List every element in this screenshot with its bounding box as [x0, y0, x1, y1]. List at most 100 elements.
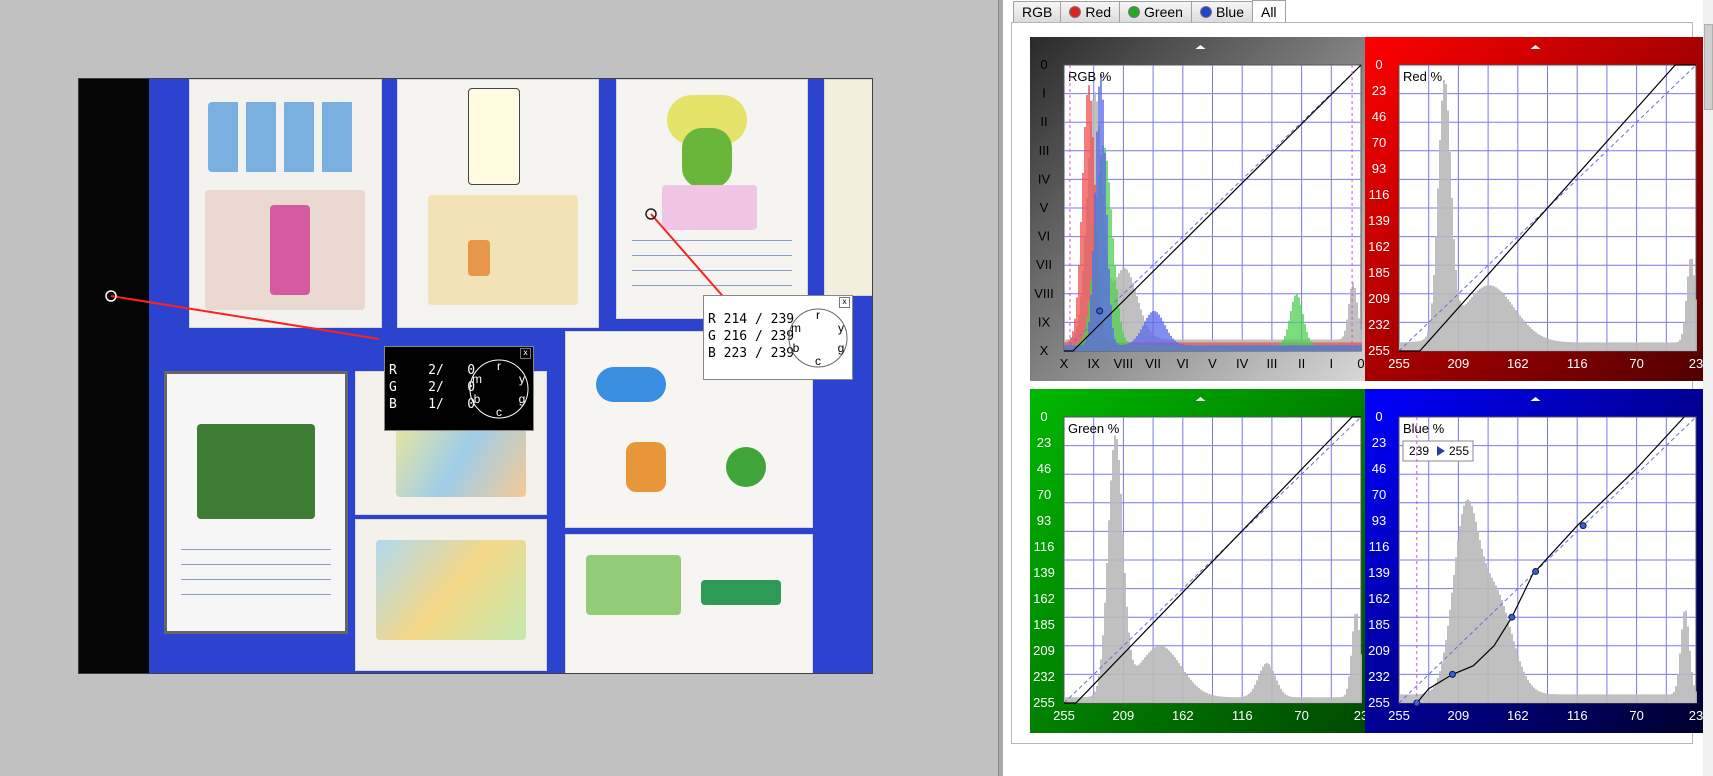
- x-tick-label: 23: [1689, 356, 1703, 371]
- y-tick-label: IX: [1038, 314, 1051, 329]
- y-tick-label: 185: [1368, 265, 1390, 280]
- svg-text:c: c: [496, 405, 502, 419]
- x-tick-label: VI: [1177, 356, 1189, 371]
- y-tick-label: 70: [1037, 487, 1051, 502]
- x-tick-label: 162: [1172, 708, 1194, 723]
- curve-control-point[interactable]: [1532, 567, 1540, 575]
- svg-text:r: r: [816, 308, 820, 322]
- curve-control-point[interactable]: [1579, 522, 1587, 530]
- y-tick-label: 0: [1375, 57, 1382, 72]
- x-tick-label: 162: [1507, 708, 1529, 723]
- x-tick-label: 70: [1629, 356, 1643, 371]
- blue-curve-chart[interactable]: Blue %023467093116139162185209232255255 2…: [1365, 389, 1706, 733]
- probe-blue-value: B 223 / 239: [708, 346, 795, 361]
- x-tick-label: I: [1329, 356, 1333, 371]
- y-tick-label: 139: [1368, 565, 1390, 580]
- x-tick-label: 0: [1357, 356, 1364, 371]
- x-tick-label: VII: [1145, 356, 1161, 371]
- probe-green-value: G 216 / 239: [708, 329, 795, 344]
- x-tick-label: 209: [1448, 356, 1470, 371]
- x-tick-label: X: [1060, 356, 1069, 371]
- x-tick-label: 255: [1388, 708, 1410, 723]
- x-tick-label: 70: [1294, 708, 1308, 723]
- y-tick-label: 232: [1368, 317, 1390, 332]
- y-tick-label: 116: [1369, 187, 1390, 202]
- panel-title: Green %: [1068, 421, 1120, 436]
- curve-panel-rgb[interactable]: RGB % 0 I II III IV V VI VII VIII IX X X IX VIII VII VI V…: [1030, 37, 1371, 381]
- x-tick-label: 23: [1689, 708, 1703, 723]
- x-tick-label: 116: [1232, 708, 1253, 723]
- probe-red-value: R 2/ 0: [389, 363, 476, 378]
- tab-label: Green: [1144, 4, 1183, 20]
- rgb-curve-chart[interactable]: RGB %0IIIIIIIVVVIVIIVIIIIXXX IX VIII VII VI V…: [1030, 37, 1371, 381]
- input-low-value[interactable]: 239: [1409, 444, 1429, 458]
- channel-tabs: RGB Red Green Blue All: [1013, 0, 1286, 23]
- svg-text:g: g: [838, 341, 845, 355]
- x-tick-label: 116: [1567, 708, 1588, 723]
- curves-panel: RGB Red Green Blue All RGB % 0 I II III IV V VI…: [1003, 0, 1713, 776]
- y-tick-label: VII: [1036, 257, 1052, 272]
- svg-text:g: g: [519, 392, 526, 406]
- y-tick-label: 232: [1033, 669, 1055, 684]
- vertical-scrollbar[interactable]: [1703, 0, 1713, 776]
- y-tick-label: V: [1040, 200, 1049, 215]
- image-workspace: x R 2/ 0 G 2/ 0 B 1/ 0 r y g c b m x R 2…: [0, 0, 998, 776]
- color-probe-light[interactable]: x R 214 / 239 G 216 / 239 B 223 / 239 r …: [703, 295, 853, 380]
- svg-text:c: c: [815, 354, 821, 368]
- y-tick-label: 209: [1368, 643, 1390, 658]
- y-tick-label: 46: [1037, 461, 1051, 476]
- tab-label: All: [1260, 4, 1277, 20]
- x-tick-label: 209: [1113, 708, 1135, 723]
- tab-all[interactable]: All: [1251, 0, 1286, 23]
- curve-control-point[interactable]: [1096, 307, 1104, 315]
- tab-label: Blue: [1215, 4, 1244, 20]
- color-wheel-icon: r y g c b m: [469, 359, 529, 419]
- red-curve-chart[interactable]: Red % 0 23 46 70 93 116 139 162 185 209 232 255255 20…: [1365, 37, 1706, 381]
- probe-blue-value: B 1/ 0: [389, 397, 476, 412]
- curve-panel-red[interactable]: Red % 0 23 46 70 93 116 139 162 185 209 232 255 255 20…: [1365, 37, 1706, 381]
- tab-blue[interactable]: Blue: [1190, 1, 1253, 22]
- svg-text:y: y: [838, 321, 844, 335]
- y-tick-label: 93: [1372, 161, 1386, 176]
- y-tick-label: 46: [1372, 461, 1386, 476]
- y-tick-label: 0: [1040, 57, 1047, 72]
- svg-text:y: y: [519, 372, 525, 386]
- y-tick-label: 93: [1372, 513, 1386, 528]
- y-tick-label: 46: [1372, 109, 1386, 124]
- x-tick-label: 255: [1388, 356, 1410, 371]
- y-tick-label: 70: [1372, 135, 1386, 150]
- x-tick-label: III: [1266, 356, 1277, 371]
- curve-control-point[interactable]: [1508, 613, 1516, 621]
- y-tick-label: 93: [1037, 513, 1051, 528]
- y-tick-label: 232: [1368, 669, 1390, 684]
- panel-title: Blue %: [1403, 421, 1445, 436]
- curve-panel-green[interactable]: Green % 0 23 46 70 93 116 139 162 185 209 232 255 255…: [1030, 389, 1371, 733]
- y-tick-label: 255: [1033, 695, 1055, 710]
- panel-title: Red %: [1403, 69, 1442, 84]
- color-probe-dark[interactable]: x R 2/ 0 G 2/ 0 B 1/ 0 r y g c b m: [384, 346, 534, 431]
- y-tick-label: X: [1040, 343, 1049, 358]
- y-tick-label: 209: [1368, 291, 1390, 306]
- y-tick-label: I: [1042, 86, 1046, 101]
- x-tick-label: VIII: [1114, 356, 1134, 371]
- svg-text:b: b: [793, 341, 800, 355]
- x-tick-label: 209: [1448, 708, 1470, 723]
- tab-red[interactable]: Red: [1060, 1, 1121, 22]
- y-tick-label: 255: [1368, 695, 1390, 710]
- y-tick-label: 116: [1369, 539, 1390, 554]
- svg-text:r: r: [497, 359, 501, 373]
- svg-text:b: b: [474, 392, 481, 406]
- scrollbar-thumb[interactable]: [1704, 24, 1713, 110]
- curve-control-point[interactable]: [1448, 670, 1456, 678]
- y-tick-label: 23: [1372, 435, 1386, 450]
- input-high-value[interactable]: 255: [1449, 444, 1469, 458]
- tab-green[interactable]: Green: [1119, 1, 1192, 22]
- red-dot-icon: [1069, 6, 1082, 18]
- y-tick-label: 162: [1368, 239, 1390, 254]
- probe-red-value: R 214 / 239: [708, 312, 795, 327]
- curve-panel-blue[interactable]: Blue % 0 23 46 70 93 116 139 162 185 209 232 255 255 2…: [1365, 389, 1706, 733]
- curves-grid: RGB % 0 I II III IV V VI VII VIII IX X X IX VIII VII VI V…: [1011, 22, 1706, 744]
- green-curve-chart[interactable]: Green % 0 23 46 70 93 116 139 162 185 209 232 255255…: [1030, 389, 1371, 733]
- tab-rgb[interactable]: RGB: [1013, 1, 1062, 22]
- x-tick-label: IV: [1236, 356, 1249, 371]
